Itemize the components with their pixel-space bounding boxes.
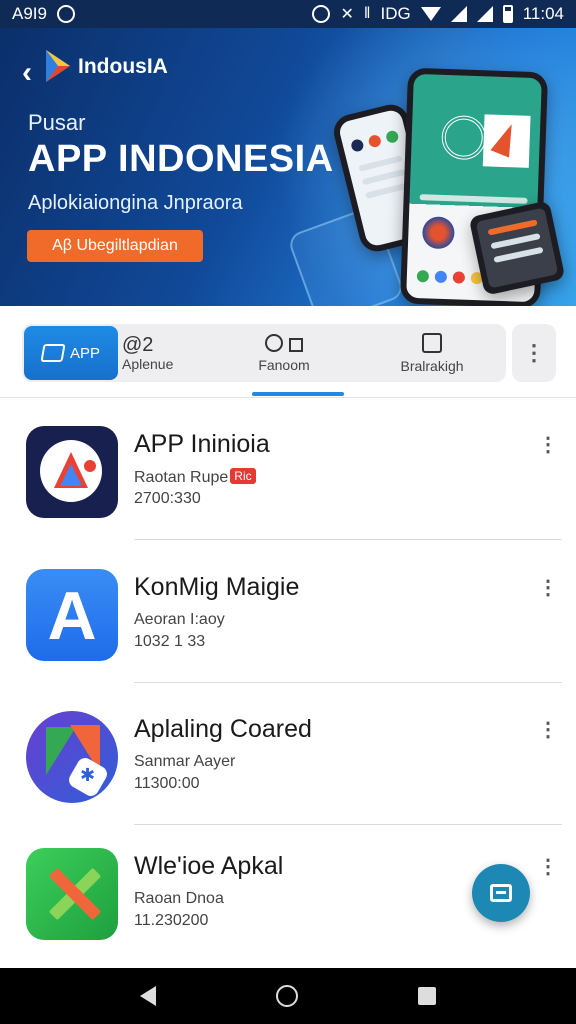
list-item[interactable]: ✱ Aplaling Coared Sanmar Aayer 11300:00 … bbox=[0, 685, 576, 825]
tab-bralrakigh[interactable]: Bralrakigh bbox=[384, 326, 480, 380]
phone-screen bbox=[475, 207, 559, 289]
mini-row bbox=[487, 219, 538, 236]
tab-aplenue-top: @2 bbox=[122, 334, 154, 356]
tab-fanoom-label: Fanoom bbox=[258, 356, 310, 373]
hero-title: APP INDONESIA bbox=[28, 138, 334, 180]
system-nav-bar bbox=[0, 968, 576, 1024]
bag-icon bbox=[422, 332, 442, 358]
mute-icon: ✕ bbox=[340, 6, 354, 23]
mini-app-icon bbox=[367, 133, 383, 149]
app-number: 11300:00 bbox=[134, 775, 200, 792]
tab-bar: APP @2 Aplenue Fanoom Bralrakigh ⋮ bbox=[0, 306, 576, 398]
hero-tagline: Aplokiaiongina Jnpraora bbox=[28, 192, 243, 214]
app-name: Aplaling Coared bbox=[134, 715, 312, 743]
nav-recent-icon[interactable] bbox=[418, 987, 436, 1005]
mini-row bbox=[490, 233, 541, 250]
app-badge: Ric bbox=[230, 468, 256, 484]
mini-row bbox=[365, 182, 410, 199]
list-item[interactable]: A KonMig Maigie Aeoran I:aoy 1032 1 33 ⋮ bbox=[0, 543, 576, 683]
hero-cta-button[interactable]: Aβ Ubegiltlapdian bbox=[27, 230, 203, 262]
decorative-phone-front bbox=[468, 200, 566, 296]
tab-app[interactable]: APP bbox=[24, 326, 118, 380]
more-vert-icon[interactable]: ⋮ bbox=[536, 854, 560, 879]
promo-card bbox=[482, 114, 531, 168]
app-logo-cross-icon bbox=[26, 848, 118, 940]
mini-app-icon bbox=[384, 129, 400, 145]
app-icon bbox=[40, 344, 66, 362]
app-logo-hex-icon: ✱ bbox=[26, 711, 118, 803]
avatar-disk bbox=[421, 216, 455, 250]
app-number: 1032 1 33 bbox=[134, 633, 206, 650]
circle-square-icon bbox=[265, 333, 303, 357]
app-number: 11.230200 bbox=[134, 912, 209, 929]
battery-icon bbox=[502, 5, 513, 23]
network-label: IDG bbox=[380, 4, 411, 23]
mini-app-icon bbox=[452, 271, 466, 284]
app-publisher: Sanmar Aayer bbox=[134, 753, 236, 770]
status-bar: A9I9 ✕ ‖ IDG 11:04 bbox=[0, 0, 576, 28]
chat-fab-button[interactable] bbox=[472, 864, 530, 922]
mini-row bbox=[493, 246, 544, 263]
more-vert-icon[interactable]: ⋮ bbox=[512, 324, 556, 382]
status-right: ✕ ‖ IDG 11:04 bbox=[312, 4, 564, 24]
app-name: KonMig Maigie bbox=[134, 573, 300, 601]
signal-icon bbox=[450, 6, 467, 22]
app-name: APP Ininioia bbox=[134, 430, 270, 458]
mini-app-icon bbox=[350, 138, 365, 153]
mini-app-icon bbox=[434, 270, 448, 284]
mini-row bbox=[358, 155, 403, 172]
more-vert-icon[interactable]: ⋮ bbox=[536, 432, 560, 457]
divider bbox=[134, 682, 562, 683]
more-vert-icon[interactable]: ⋮ bbox=[536, 575, 560, 600]
signal-icon-2 bbox=[476, 6, 493, 22]
app-logo-letter: A bbox=[47, 578, 97, 654]
app-publisher-text: Raotan Rupe bbox=[134, 469, 229, 486]
sync-icon bbox=[56, 5, 75, 23]
tab-aplenue[interactable]: @2 Aplenue bbox=[122, 326, 192, 380]
brand-logo-icon bbox=[46, 50, 70, 82]
vibrate-icon: ‖ bbox=[363, 5, 371, 22]
tab-selected-indicator bbox=[252, 392, 344, 396]
tab-aplenue-label: Aplenue bbox=[122, 356, 174, 372]
fingerprint-icon bbox=[440, 114, 487, 161]
nav-home-icon[interactable] bbox=[276, 985, 298, 1007]
carrier-label: A9I9 bbox=[12, 4, 47, 23]
app-publisher: Raotan Rupe Ric bbox=[134, 468, 256, 487]
mini-app-icon bbox=[416, 270, 430, 283]
alarm-icon bbox=[312, 5, 331, 23]
list-item[interactable]: APP Ininioia Raotan Rupe Ric 2700:330 ⋮ bbox=[0, 400, 576, 540]
back-arrow-icon[interactable]: ‹ bbox=[22, 56, 32, 90]
mini-row bbox=[419, 194, 528, 204]
status-left: A9I9 bbox=[12, 4, 75, 24]
app-publisher: Raoan Dnoa bbox=[134, 890, 224, 907]
app-number: 2700:330 bbox=[134, 490, 201, 507]
mini-row bbox=[361, 168, 406, 186]
chat-icon bbox=[490, 884, 512, 902]
tab-app-label: APP bbox=[69, 344, 100, 362]
app-logo-triangle-bubble-icon bbox=[26, 426, 118, 518]
hero-subtitle: Pusar bbox=[28, 110, 86, 135]
wifi-icon bbox=[420, 7, 441, 21]
tab-bralrakigh-label: Bralrakigh bbox=[400, 357, 464, 374]
app-logo-letter-a-icon: A bbox=[26, 569, 118, 661]
nav-back-icon[interactable] bbox=[140, 986, 156, 1006]
app-name: Wle'ioe Apkal bbox=[134, 852, 284, 880]
hero-banner: ‹ IndousIA Pusar APP INDONESIA Aplokiaio… bbox=[0, 28, 576, 306]
brand-name: IndousIA bbox=[78, 55, 168, 78]
app-publisher: Aeoran I:aoy bbox=[134, 611, 225, 628]
divider bbox=[134, 539, 562, 540]
more-vert-icon[interactable]: ⋮ bbox=[536, 717, 560, 742]
tab-fanoom[interactable]: Fanoom bbox=[244, 326, 324, 380]
clock: 11:04 bbox=[522, 4, 564, 23]
